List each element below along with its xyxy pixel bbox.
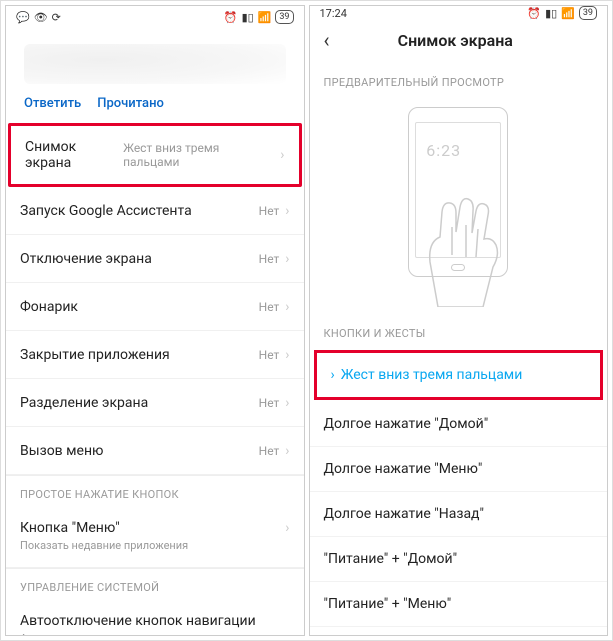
row-value: Нет [259,396,280,410]
right-phone-frame: 17:24 ⏰ ▮▯ 📶 39 ‹ Снимок экрана ПРЕДВАРИ… [309,5,609,636]
chevron-right-icon: › [331,367,335,383]
status-bar: 17:24 ⏰ ▮▯ 📶 39 [310,6,608,20]
chevron-right-icon: › [285,395,289,411]
chevron-right-icon: › [285,299,289,315]
row-value: Нет [259,348,280,362]
row-screenshot[interactable]: Снимок экрана Жест вниз тремя пальцами › [8,123,302,187]
eye-icon: 👁 [34,11,48,24]
wifi-icon: 📶 [258,11,272,24]
option-label: Долгое нажатие "Назад" [324,506,485,522]
signal-icon: ▮▯ [242,11,254,24]
option-label: "Питание" + "Домой" [324,551,458,567]
row-subtitle: Показать недавние приложения [20,539,188,554]
chevron-right-icon: › [285,203,289,219]
row-label: Фонарик [20,299,78,315]
alarm-icon: ⏰ [527,7,541,20]
row-menu-call[interactable]: Вызов меню Нет › [6,427,304,475]
wifi-icon: 📶 [561,7,575,20]
status-time: 17:24 [320,7,347,20]
battery-indicator: 39 [275,10,293,24]
row-screen-off[interactable]: Отключение экрана Нет › [6,235,304,283]
option-long-press-menu[interactable]: Долгое нажатие "Меню" [310,447,608,492]
chevron-right-icon: › [285,520,289,536]
option-label: Жест вниз тремя пальцами [341,367,523,383]
option-power-back[interactable]: "Питание" + "Назад" [310,627,608,636]
page-title: Снимок экрана [318,31,593,50]
option-swipe-three-fingers[interactable]: › Жест вниз тремя пальцами [314,350,604,400]
section-header-system: УПРАВЛЕНИЕ СИСТЕМОЙ [6,568,304,600]
row-label: Отключение экрана [20,251,152,267]
row-label: Снимок экрана [25,139,123,171]
settings-list: Снимок экрана Жест вниз тремя пальцами ›… [6,123,304,635]
gesture-preview-illustration: 6:23 [310,97,608,313]
row-subtitle: Автоматически отключать кнопки навигации… [20,632,290,635]
hand-gesture-icon [418,167,508,307]
notification-card: Ответить Прочитано [14,34,296,121]
preview-clock: 6:23 [426,141,500,160]
signal-icon: ▮▯ [545,7,557,20]
nav-header: ‹ Снимок экрана [310,20,608,62]
option-label: "Питание" + "Меню" [324,596,452,612]
row-value: Жест вниз тремя пальцами [123,141,274,169]
row-label: Разделение экрана [20,395,148,411]
mark-read-button[interactable]: Прочитано [97,96,164,111]
option-long-press-home[interactable]: Долгое нажатие "Домой" [310,402,608,447]
row-value: Нет [259,204,280,218]
section-header-buttons-gestures: КНОПКИ И ЖЕСТЫ [310,313,608,348]
row-value: Нет [259,300,280,314]
option-power-home[interactable]: "Питание" + "Домой" [310,537,608,582]
alarm-icon: ⏰ [224,11,238,24]
battery-indicator: 39 [579,6,597,20]
option-label: Долгое нажатие "Меню" [324,461,483,477]
row-assistant[interactable]: Запуск Google Ассистента Нет › [6,187,304,235]
row-menu-button[interactable]: Кнопка "Меню" › Показать недавние прилож… [6,507,304,568]
section-header-simple-press: ПРОСТОЕ НАЖАТИЕ КНОПОК [6,475,304,507]
chevron-right-icon: › [280,147,284,163]
chevron-right-icon: › [285,443,289,459]
row-label: Кнопка "Меню" [20,520,120,536]
chevron-right-icon: › [285,347,289,363]
row-split-screen[interactable]: Разделение экрана Нет › [6,379,304,427]
row-value: Нет [259,252,280,266]
notification-preview-blur [24,44,286,84]
status-bar: 💬 👁 ⟳ ⏰ ▮▯ 📶 39 [6,6,304,28]
option-label: Долгое нажатие "Домой" [324,416,489,432]
row-label: Запуск Google Ассистента [20,203,192,219]
section-header-preview: ПРЕДВАРИТЕЛЬНЫЙ ПРОСМОТР [310,62,608,97]
sync-icon: ⟳ [52,11,61,24]
option-power-menu[interactable]: "Питание" + "Меню" [310,582,608,627]
row-flashlight[interactable]: Фонарик Нет › [6,283,304,331]
reply-button[interactable]: Ответить [24,96,81,111]
notification-icon: 💬 [16,11,30,24]
row-label: Вызов меню [20,443,103,459]
row-label: Закрытие приложения [20,347,170,363]
chevron-right-icon: › [285,251,289,267]
row-auto-off-nav[interactable]: Автоотключение кнопок навигации Автомати… [6,600,304,635]
row-value: Нет [259,444,280,458]
option-long-press-back[interactable]: Долгое нажатие "Назад" [310,492,608,537]
row-label: Автоотключение кнопок навигации [20,613,256,629]
left-phone-frame: 💬 👁 ⟳ ⏰ ▮▯ 📶 39 Ответить Прочитано Снимо… [5,5,305,636]
row-close-app[interactable]: Закрытие приложения Нет › [6,331,304,379]
